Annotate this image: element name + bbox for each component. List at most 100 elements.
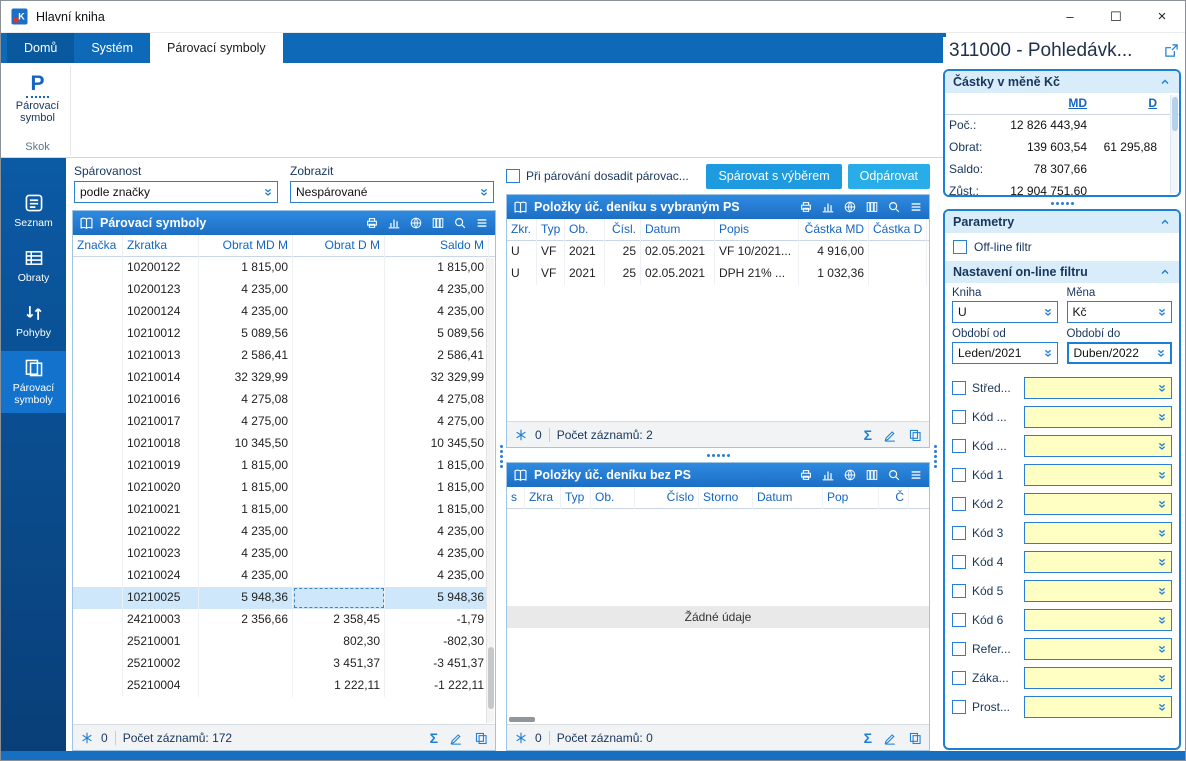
- table-row[interactable]: 10210017 4 275,00 4 275,00: [73, 411, 495, 433]
- filter-checkbox[interactable]: [952, 438, 966, 453]
- sidebar-item-seznam[interactable]: Seznam: [1, 186, 66, 236]
- column-header[interactable]: Typ: [537, 219, 565, 241]
- table-row[interactable]: 10210024 4 235,00 4 235,00: [73, 565, 495, 587]
- cell[interactable]: 24210003: [123, 609, 199, 631]
- filter-checkbox[interactable]: [952, 670, 966, 685]
- cell[interactable]: U: [507, 263, 537, 285]
- filter-combo[interactable]: [1024, 666, 1172, 689]
- table-row[interactable]: Zůst.: 12 904 751,60: [945, 181, 1179, 195]
- cell[interactable]: 139 603,54: [987, 137, 1091, 159]
- globe-icon[interactable]: [843, 468, 857, 482]
- table-row[interactable]: Saldo: 78 307,66: [945, 159, 1179, 181]
- cell[interactable]: [73, 323, 123, 345]
- table-row[interactable]: 10210023 4 235,00 4 235,00: [73, 543, 495, 565]
- filter-combo[interactable]: [1024, 492, 1172, 515]
- pair-with-selection-button[interactable]: Spárovat s výběrem: [706, 163, 842, 189]
- cell[interactable]: 2 586,41: [385, 345, 489, 367]
- copy-icon[interactable]: [908, 428, 922, 442]
- dropdown-icon[interactable]: [1156, 382, 1168, 394]
- cell[interactable]: 1 815,00: [385, 499, 489, 521]
- dropdown-icon[interactable]: [262, 186, 274, 198]
- column-header[interactable]: [945, 93, 987, 115]
- dropdown-icon[interactable]: [1156, 585, 1168, 597]
- table-row[interactable]: 10210012 5 089,56 5 089,56: [73, 323, 495, 345]
- cell[interactable]: 10210017: [123, 411, 199, 433]
- vertical-scrollbar[interactable]: [486, 258, 494, 723]
- cell[interactable]: 10200122: [123, 257, 199, 279]
- cell[interactable]: 2 358,45: [293, 609, 385, 631]
- filter-checkbox[interactable]: [952, 380, 966, 395]
- table-row[interactable]: U VF 2021 25 02.05.2021 VF 10/2021... 4 916,00: [507, 241, 929, 263]
- cell[interactable]: [73, 521, 123, 543]
- dropdown-icon[interactable]: [1156, 411, 1168, 423]
- cell[interactable]: Saldo:: [945, 159, 987, 181]
- cell[interactable]: 25210004: [123, 675, 199, 697]
- cell[interactable]: [293, 499, 385, 521]
- column-header[interactable]: Obrat D M: [293, 235, 385, 257]
- columns-icon[interactable]: [431, 216, 445, 230]
- cell[interactable]: 32 329,99: [385, 367, 489, 389]
- cell[interactable]: [73, 631, 123, 653]
- panel-splitter[interactable]: [943, 197, 1181, 209]
- cell[interactable]: DPH 21% ...: [715, 263, 799, 285]
- filter-combo[interactable]: [1024, 637, 1172, 660]
- dropdown-icon[interactable]: [1156, 440, 1168, 452]
- cell[interactable]: 4 275,08: [199, 389, 293, 411]
- cell[interactable]: 10210014: [123, 367, 199, 389]
- column-header[interactable]: Datum: [753, 487, 823, 509]
- cell[interactable]: [293, 323, 385, 345]
- cell[interactable]: [293, 543, 385, 565]
- cell[interactable]: 02.05.2021: [641, 263, 715, 285]
- cell[interactable]: VF 10/2021...: [715, 241, 799, 263]
- cell[interactable]: 1 815,00: [199, 257, 293, 279]
- filter-combo[interactable]: [1024, 376, 1172, 399]
- cell[interactable]: 2021: [565, 263, 605, 285]
- tab-domu[interactable]: Domů: [7, 33, 75, 63]
- vertical-splitter[interactable]: [930, 162, 940, 751]
- menu-icon[interactable]: [475, 216, 489, 230]
- cell[interactable]: 5 948,36: [385, 587, 489, 609]
- cell[interactable]: [293, 477, 385, 499]
- cell[interactable]: 1 815,00: [199, 477, 293, 499]
- cell[interactable]: 10210018: [123, 433, 199, 455]
- chevron-up-icon[interactable]: [1159, 76, 1171, 88]
- cell[interactable]: [199, 653, 293, 675]
- cell[interactable]: 10210012: [123, 323, 199, 345]
- dropdown-icon[interactable]: [1156, 527, 1168, 539]
- edit-icon[interactable]: [883, 731, 897, 745]
- filter-combo[interactable]: [1024, 405, 1172, 428]
- cell[interactable]: [293, 521, 385, 543]
- snowflake-icon[interactable]: [514, 428, 528, 442]
- close-button[interactable]: ×: [1139, 1, 1185, 32]
- cell[interactable]: 4 235,00: [199, 543, 293, 565]
- cell[interactable]: 25: [605, 241, 641, 263]
- table-row[interactable]: 10200124 4 235,00 4 235,00: [73, 301, 495, 323]
- chevron-up-icon[interactable]: [1159, 266, 1171, 278]
- cell[interactable]: 4 235,00: [385, 279, 489, 301]
- zobrazit-combo[interactable]: Nespárované: [290, 181, 494, 203]
- cell[interactable]: 10210020: [123, 477, 199, 499]
- cell[interactable]: -3 451,37: [385, 653, 489, 675]
- dropdown-icon[interactable]: [1156, 306, 1168, 318]
- sum-icon[interactable]: Σ: [864, 428, 872, 442]
- dropdown-icon[interactable]: [1156, 672, 1168, 684]
- cell[interactable]: [73, 653, 123, 675]
- cell[interactable]: 12 826 443,94: [987, 115, 1091, 137]
- open-in-window-icon[interactable]: [1164, 43, 1179, 58]
- copy-icon[interactable]: [474, 731, 488, 745]
- cell[interactable]: 78 307,66: [987, 159, 1091, 181]
- filter-combo[interactable]: [1024, 521, 1172, 544]
- column-header[interactable]: Částka D: [869, 219, 927, 241]
- cell[interactable]: Zůst.:: [945, 181, 987, 195]
- edit-icon[interactable]: [449, 731, 463, 745]
- cell[interactable]: [293, 565, 385, 587]
- filter-checkbox[interactable]: [952, 583, 966, 598]
- kniha-combo[interactable]: U: [952, 301, 1058, 323]
- cell[interactable]: 25210001: [123, 631, 199, 653]
- pairing-checkbox[interactable]: [506, 169, 520, 183]
- filter-combo[interactable]: [1024, 608, 1172, 631]
- cell[interactable]: [293, 433, 385, 455]
- column-header[interactable]: Částka MD: [799, 219, 869, 241]
- cell[interactable]: VF: [537, 263, 565, 285]
- parovaci-symbol-button[interactable]: P Párovací symbol: [7, 69, 69, 127]
